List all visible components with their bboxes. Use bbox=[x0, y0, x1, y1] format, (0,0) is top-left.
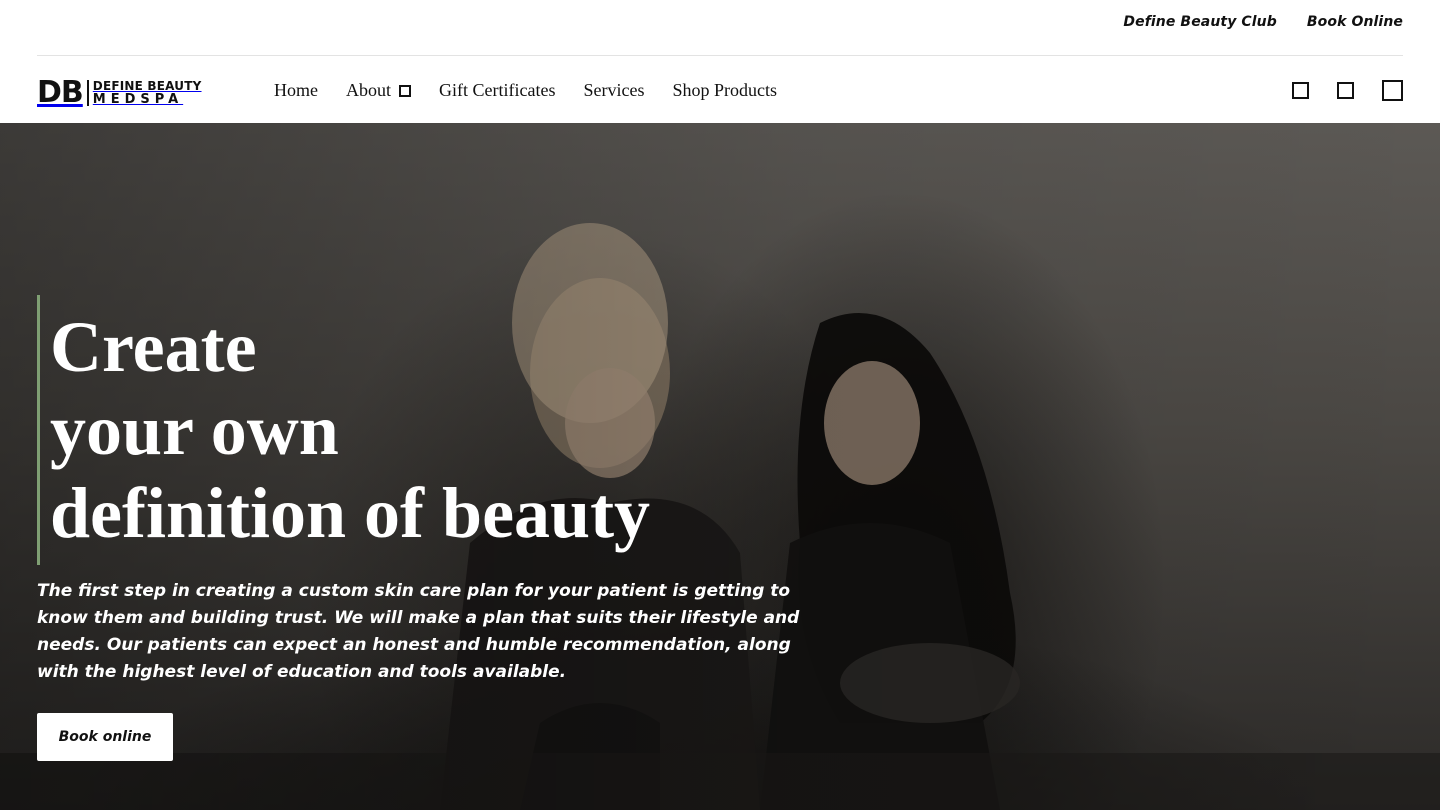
define-beauty-club-link[interactable]: Define Beauty Club bbox=[1123, 14, 1276, 30]
account-icon[interactable] bbox=[1337, 82, 1354, 99]
nav-icons bbox=[1292, 80, 1403, 101]
nav-item-about[interactable]: About bbox=[346, 80, 411, 101]
headline-line-3: definition of beauty bbox=[50, 473, 651, 553]
logo-line1: DEFINE BEAUTY bbox=[92, 79, 202, 93]
nav-item-about-label: About bbox=[346, 80, 391, 100]
hero-headline: Create your own definition of beauty bbox=[50, 306, 650, 555]
primary-nav: Home About Gift Certificates Services Sh… bbox=[274, 80, 805, 101]
utility-links: Define Beauty Club Book Online bbox=[1123, 14, 1403, 30]
logo-text: DEFINE BEAUTY MEDSPA bbox=[93, 80, 202, 106]
site-logo[interactable]: DB DEFINE BEAUTY MEDSPA bbox=[37, 78, 202, 108]
headline-accent-line bbox=[37, 295, 40, 565]
nav-item-shop-products[interactable]: Shop Products bbox=[672, 80, 777, 101]
cart-icon[interactable] bbox=[1382, 80, 1403, 101]
hero-section: Create your own definition of beauty The… bbox=[0, 123, 1440, 810]
headline-line-1: Create bbox=[50, 307, 257, 387]
book-online-button[interactable]: Book online bbox=[37, 713, 173, 761]
logo-mark: DB bbox=[37, 75, 84, 110]
headline-line-2: your own bbox=[50, 390, 339, 470]
search-icon[interactable] bbox=[1292, 82, 1309, 99]
nav-item-home[interactable]: Home bbox=[274, 80, 318, 101]
utility-bar: Define Beauty Club Book Online bbox=[0, 0, 1440, 56]
nav-item-services[interactable]: Services bbox=[583, 80, 644, 101]
logo-divider bbox=[86, 80, 89, 106]
nav-item-gift-certificates[interactable]: Gift Certificates bbox=[439, 80, 555, 101]
logo-line2: MEDSPA bbox=[92, 92, 184, 107]
main-nav: DB DEFINE BEAUTY MEDSPA Home About Gift … bbox=[0, 56, 1440, 123]
dropdown-icon bbox=[399, 84, 411, 97]
hero-intro-text: The first step in creating a custom skin… bbox=[37, 581, 800, 682]
book-online-link[interactable]: Book Online bbox=[1307, 14, 1403, 30]
